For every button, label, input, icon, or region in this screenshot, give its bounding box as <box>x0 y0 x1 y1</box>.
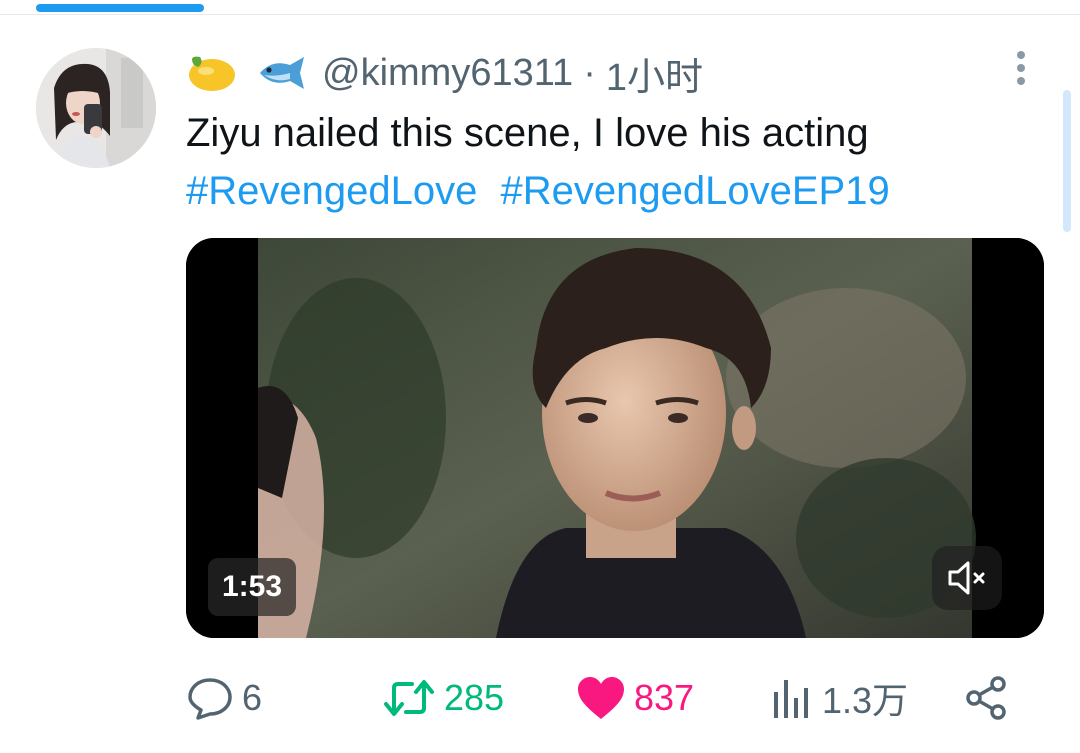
tweet-action-bar: 6 285 837 1.3万 <box>186 668 1026 728</box>
hashtag-row: #RevengedLove #RevengedLoveEP19 <box>186 166 890 216</box>
more-options-button[interactable] <box>1006 48 1036 88</box>
like-count: 837 <box>634 677 695 718</box>
heart-filled-icon <box>578 677 624 719</box>
scrollbar[interactable] <box>1063 90 1071 232</box>
retweet-button[interactable]: 285 <box>382 668 504 728</box>
top-divider <box>0 14 1080 15</box>
video-frame <box>186 238 1044 638</box>
fish-icon <box>254 53 308 93</box>
reply-count: 6 <box>242 677 263 718</box>
video-player[interactable] <box>186 238 1044 638</box>
retweet-icon <box>384 680 434 716</box>
share-button[interactable] <box>962 668 1010 728</box>
avatar-image <box>36 48 156 168</box>
avatar[interactable] <box>36 48 156 168</box>
tab-indicator <box>36 4 204 12</box>
mute-toggle-button[interactable] <box>932 546 1002 610</box>
analytics-bars-icon <box>774 680 808 718</box>
hashtag-link[interactable]: #RevengedLoveEP19 <box>500 169 889 213</box>
tweet-text: Ziyu nailed this scene, I love his actin… <box>186 111 869 155</box>
like-button[interactable]: 837 <box>576 668 694 728</box>
speaker-muted-icon <box>948 561 985 595</box>
post-time[interactable]: 1小时 <box>606 46 703 101</box>
view-count: 1.3万 <box>822 680 909 721</box>
reply-bubble-icon <box>188 678 232 720</box>
share-icon <box>966 676 1006 720</box>
lemon-icon <box>186 53 240 93</box>
retweet-count: 285 <box>444 677 505 718</box>
user-handle[interactable]: @kimmy61311 <box>322 52 573 95</box>
hashtag-link[interactable]: #RevengedLove <box>186 169 477 213</box>
tweet-page: @kimmy61311 · 1小时 Ziyu nailed this scene… <box>0 0 1080 753</box>
reply-button[interactable]: 6 <box>186 668 262 728</box>
tweet-header: @kimmy61311 · 1小时 <box>186 50 703 99</box>
views-button[interactable]: 1.3万 <box>770 668 908 728</box>
separator-dot: · <box>583 51 596 94</box>
video-duration-badge: 1:53 <box>208 558 297 616</box>
vertical-ellipsis-icon <box>1017 51 1025 85</box>
